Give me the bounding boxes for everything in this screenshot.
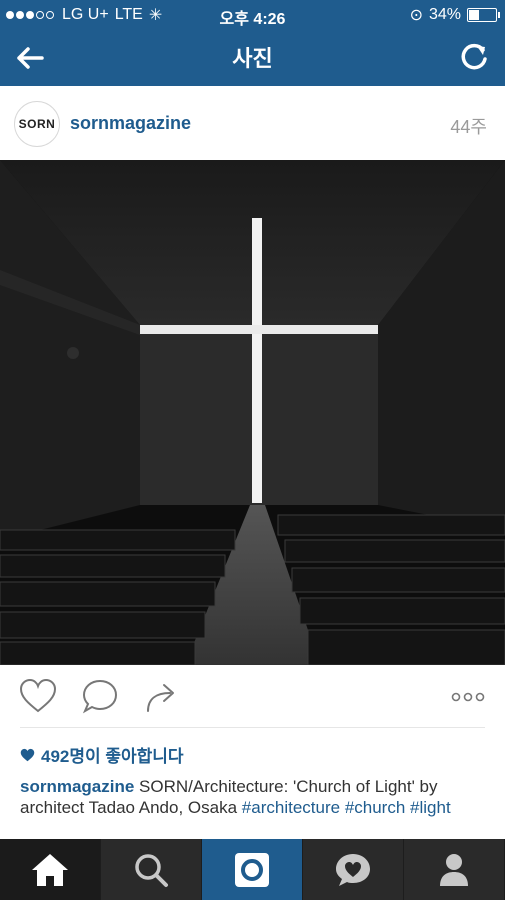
- tab-bar: [0, 839, 505, 900]
- likes-count[interactable]: 492명이 좋아합니다: [20, 742, 184, 767]
- battery-icon: [467, 8, 500, 22]
- activity-icon: [336, 853, 370, 886]
- hashtag-church[interactable]: #church: [345, 798, 405, 817]
- more-options-icon[interactable]: [448, 677, 488, 717]
- post-age: 44주: [450, 117, 487, 137]
- home-icon: [32, 853, 68, 886]
- profile-icon: [440, 853, 468, 886]
- tab-search[interactable]: [101, 839, 202, 900]
- hashtag-architecture[interactable]: #architecture: [242, 798, 340, 817]
- post-photo[interactable]: [0, 160, 505, 665]
- page-title: 사진: [232, 46, 273, 71]
- post-caption: sornmagazine SORN/Architecture: 'Church …: [20, 776, 490, 818]
- caption-username[interactable]: sornmagazine: [20, 777, 134, 796]
- refresh-icon[interactable]: [457, 40, 491, 74]
- tab-home[interactable]: [0, 839, 101, 900]
- hashtag-light[interactable]: #light: [410, 798, 451, 817]
- post-username[interactable]: sornmagazine: [70, 113, 191, 134]
- share-icon[interactable]: [142, 677, 182, 717]
- tab-camera[interactable]: [202, 839, 303, 900]
- post-actions: [0, 665, 505, 725]
- avatar[interactable]: SORN: [14, 101, 60, 147]
- camera-icon: [235, 852, 269, 887]
- tab-activity[interactable]: [303, 839, 404, 900]
- divider: [20, 727, 485, 728]
- church-photo-image: [0, 160, 505, 665]
- rotation-lock-icon: ⊙: [409, 7, 423, 24]
- app-header: LG U+ LTE ✳ 오후 4:26 ⊙ 34% 사진: [0, 0, 505, 86]
- tab-profile[interactable]: [404, 839, 505, 900]
- status-bar: LG U+ LTE ✳ 오후 4:26 ⊙ 34%: [0, 0, 505, 28]
- battery-percent: 34%: [428, 6, 461, 23]
- search-icon: [135, 853, 168, 887]
- likes-text: 492명이 좋아합니다: [41, 747, 184, 766]
- heart-filled-icon: [20, 748, 35, 761]
- nav-bar: 사진: [0, 28, 505, 86]
- post-header: SORN sornmagazine 44주: [0, 86, 505, 161]
- heart-icon[interactable]: [18, 677, 58, 717]
- comment-icon[interactable]: [80, 677, 120, 717]
